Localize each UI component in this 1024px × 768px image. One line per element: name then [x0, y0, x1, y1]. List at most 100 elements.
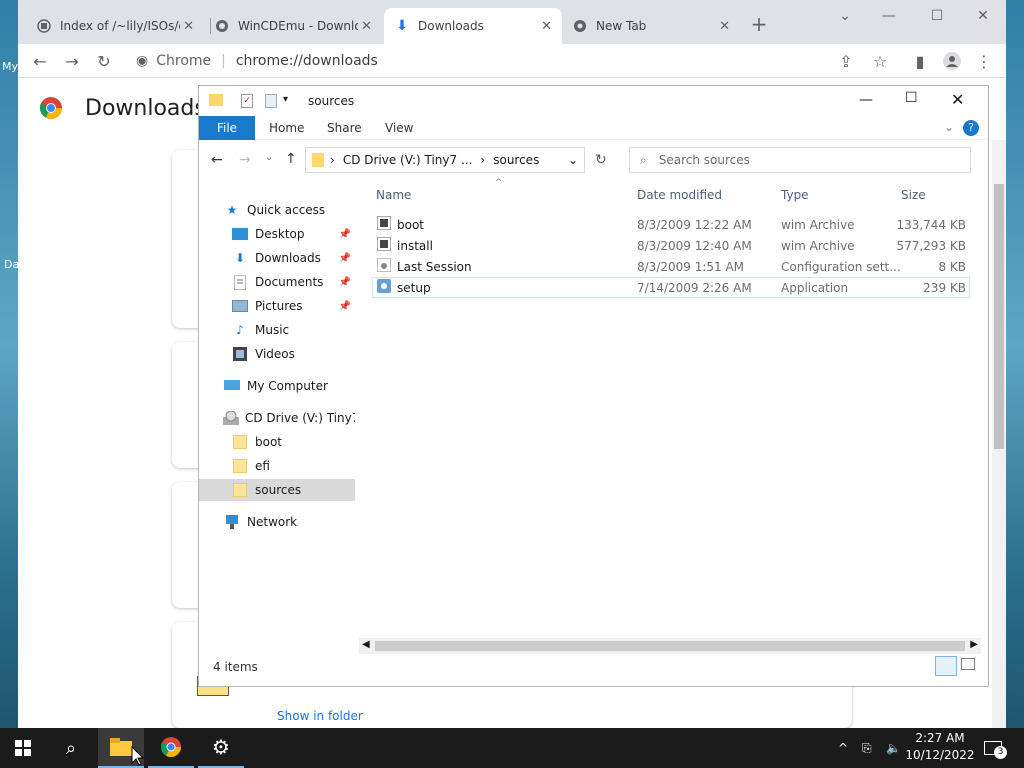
pin-icon[interactable]: 📌: [339, 229, 351, 240]
settings-gear-icon[interactable]: ⚙: [198, 728, 244, 768]
back-arrow-icon[interactable]: ←: [211, 152, 223, 168]
nav-item-quick-access[interactable]: ★ Quick access: [199, 199, 355, 221]
close-window-button[interactable]: ✕: [951, 90, 964, 109]
ribbon-tab-home[interactable]: Home: [255, 116, 318, 140]
column-name[interactable]: Name: [376, 188, 411, 202]
desktop-icon: [231, 225, 249, 243]
pin-icon[interactable]: 📌: [339, 253, 351, 264]
file-row[interactable]: install 8/3/2009 12:40 AM wim Archive 57…: [372, 235, 970, 256]
properties-icon[interactable]: ✓: [241, 94, 253, 108]
document-icon: [231, 273, 249, 291]
breadcrumb-item[interactable]: CD Drive (V:) Tiny7 ...: [343, 153, 473, 167]
maximize-button[interactable]: ☐: [922, 6, 952, 26]
address-bar[interactable]: › CD Drive (V:) Tiny7 ... › sources ⌄: [305, 147, 585, 173]
scroll-right-icon[interactable]: ▶: [970, 639, 978, 650]
details-view-icon[interactable]: [935, 656, 957, 676]
sort-up-icon: ^: [495, 178, 503, 188]
scroll-left-icon[interactable]: ◀: [362, 639, 370, 650]
search-input[interactable]: ⌕ Search sources: [629, 147, 971, 173]
file-size: 577,293 KB: [896, 238, 966, 253]
volume-icon[interactable]: 🔈: [886, 728, 901, 768]
close-window-button[interactable]: ✕: [968, 6, 998, 26]
chrome-icon[interactable]: [148, 728, 194, 768]
nav-item-pictures[interactable]: Pictures 📌: [199, 295, 355, 317]
tab-index-isos[interactable]: Index of /~lily/ISOs/c ✕: [26, 8, 204, 44]
close-icon[interactable]: ✕: [361, 19, 372, 34]
computer-icon: [223, 377, 241, 395]
minimize-button[interactable]: —: [859, 92, 873, 108]
folder-icon: [312, 153, 324, 167]
nav-item-folder-sources[interactable]: sources: [199, 479, 355, 501]
new-tab-button[interactable]: +: [744, 12, 774, 36]
file-row[interactable]: Last Session 8/3/2009 1:51 AM Configurat…: [372, 256, 970, 277]
address-dropdown-chevron-icon[interactable]: ⌄: [568, 153, 578, 167]
refresh-icon[interactable]: ↻: [595, 152, 607, 168]
globe-icon: [214, 18, 230, 34]
page-scrollbar[interactable]: [992, 140, 1006, 728]
desktop-label[interactable]: My: [2, 60, 18, 73]
help-icon[interactable]: ?: [963, 120, 979, 136]
forward-arrow-icon[interactable]: →: [62, 51, 82, 71]
nav-item-network[interactable]: Network: [199, 511, 355, 533]
menu-kebab-icon[interactable]: ⋮: [974, 51, 994, 71]
ribbon-tab-view[interactable]: View: [371, 116, 427, 140]
pin-icon[interactable]: 📌: [339, 301, 351, 312]
forward-arrow-icon[interactable]: →: [239, 152, 251, 168]
customize-toolbar-icon[interactable]: ▾: [283, 94, 288, 105]
notification-icon[interactable]: 3: [984, 728, 1007, 768]
expand-ribbon-chevron-icon[interactable]: ⌄: [944, 120, 954, 134]
column-date-modified[interactable]: Date modified: [637, 188, 722, 202]
back-arrow-icon[interactable]: ←: [30, 51, 50, 71]
desktop-label[interactable]: Da: [4, 258, 19, 271]
column-type[interactable]: Type: [781, 188, 809, 202]
star-icon[interactable]: ☆: [870, 51, 890, 71]
nav-item-documents[interactable]: Documents 📌: [199, 271, 355, 293]
nav-item-music[interactable]: ♪ Music: [199, 319, 355, 341]
nav-item-folder-boot[interactable]: boot: [199, 431, 355, 453]
close-icon[interactable]: ✕: [541, 19, 552, 34]
nav-item-downloads[interactable]: ⬇ Downloads 📌: [199, 247, 355, 269]
tray-chevron-up-icon[interactable]: ^: [838, 728, 848, 768]
system-clock[interactable]: 2:27 AM 10/12/2022: [900, 730, 980, 764]
ribbon-tab-file[interactable]: File: [199, 116, 255, 140]
nav-item-cd-drive[interactable]: CD Drive (V:) Tiny7 x8: [199, 407, 355, 429]
horizontal-scrollbar[interactable]: ◀ ▶: [359, 638, 981, 654]
nav-item-videos[interactable]: Videos: [199, 343, 355, 365]
network-icon[interactable]: ⎘: [862, 728, 872, 768]
omnibox[interactable]: ◉ Chrome | chrome://downloads: [126, 48, 826, 74]
file-row[interactable]: boot 8/3/2009 12:22 AM wim Archive 133,7…: [372, 214, 970, 235]
tab-new-tab[interactable]: New Tab ✕: [562, 8, 740, 44]
breadcrumb-item[interactable]: sources: [493, 153, 539, 167]
column-size[interactable]: Size: [901, 188, 926, 202]
minimize-button[interactable]: —: [874, 6, 904, 26]
windows-start-icon[interactable]: [0, 728, 46, 768]
side-panel-icon[interactable]: ▮: [910, 51, 930, 71]
avatar-icon[interactable]: [942, 51, 962, 71]
file-type: Application: [781, 280, 849, 295]
file-row-selected[interactable]: setup 7/14/2009 2:26 AM Application 239 …: [372, 277, 970, 298]
scroll-thumb[interactable]: [994, 184, 1004, 449]
search-icon[interactable]: ⌕: [48, 728, 94, 768]
new-folder-icon[interactable]: [265, 94, 277, 108]
up-arrow-icon[interactable]: ↑: [285, 151, 297, 167]
tab-wincdemu[interactable]: WinCDEmu - Downlo ✕: [204, 8, 382, 44]
maximize-button[interactable]: ☐: [905, 90, 918, 106]
pin-icon[interactable]: 📌: [339, 277, 351, 288]
close-icon[interactable]: ✕: [719, 19, 730, 34]
nav-item-desktop[interactable]: Desktop 📌: [199, 223, 355, 245]
large-icons-view-icon[interactable]: [961, 658, 975, 670]
reload-icon[interactable]: ↻: [94, 51, 114, 71]
nav-label: Documents: [255, 275, 324, 289]
tab-downloads[interactable]: ⬇ Downloads ✕: [384, 8, 562, 44]
share-icon[interactable]: ⇪: [836, 51, 856, 71]
tab-search-chevron-icon[interactable]: ⌄: [830, 6, 860, 26]
ribbon-tab-share[interactable]: Share: [313, 116, 376, 140]
nav-item-folder-efi[interactable]: efi: [199, 455, 355, 477]
recent-locations-chevron-icon[interactable]: ⌄: [265, 152, 273, 163]
show-in-folder-link[interactable]: Show in folder: [277, 709, 363, 723]
taskbar: ⌕ ⚙ ^ ⎘ 🔈 2:27 AM 10/12/2022 3: [0, 728, 1024, 768]
nav-item-my-computer[interactable]: My Computer: [199, 375, 355, 397]
close-icon[interactable]: ✕: [183, 19, 194, 34]
file-date: 8/3/2009 12:40 AM: [637, 238, 752, 253]
scroll-thumb[interactable]: [375, 641, 965, 651]
